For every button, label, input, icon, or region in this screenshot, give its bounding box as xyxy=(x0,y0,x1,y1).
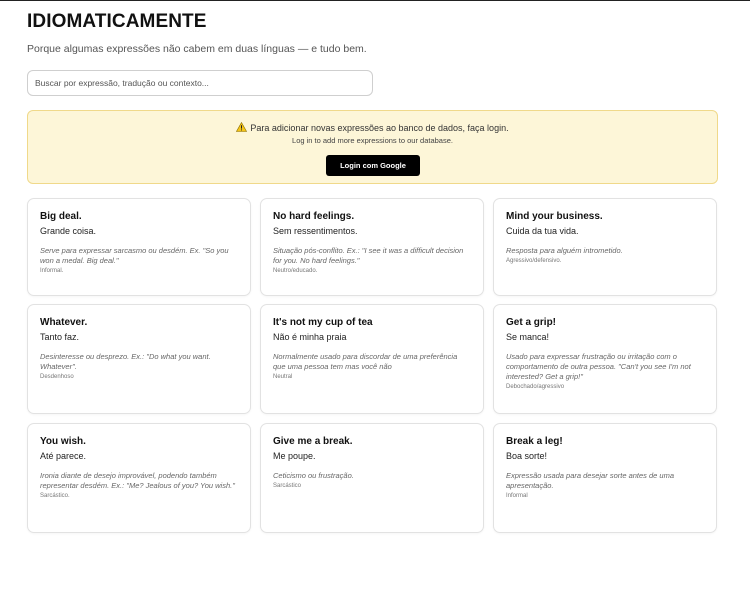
expression-card[interactable]: Give me a break. Me poupe. Ceticismo ou fr… xyxy=(260,423,484,533)
top-border xyxy=(0,0,750,1)
expression-en: Break a leg! xyxy=(506,436,563,447)
expression-en: You wish. xyxy=(40,436,86,447)
expression-pt: Me poupe. xyxy=(273,451,316,461)
expression-pt: Não é minha praia xyxy=(273,332,347,342)
expression-en: Get a grip! xyxy=(506,317,557,328)
expression-register: Informal xyxy=(506,493,528,499)
expression-register: Neutro/educado. xyxy=(273,268,318,274)
expression-en: No hard feelings. xyxy=(273,211,355,222)
expression-description: Normalmente usado para discordar de uma … xyxy=(273,352,458,371)
expression-description: Resposta para alguém intrometido. xyxy=(506,246,623,255)
expression-register: Sarcástico. xyxy=(40,493,70,499)
expression-register: Informal. xyxy=(40,268,64,274)
expression-pt: Sem ressentimentos. xyxy=(273,226,358,236)
expression-pt: Cuida da tua vida. xyxy=(506,226,579,236)
expression-description: Ceticismo ou frustração. xyxy=(273,471,354,480)
expression-en: Whatever. xyxy=(40,317,88,328)
expression-card[interactable]: Big deal. Grande coisa. Serve para express… xyxy=(27,198,251,296)
expression-description: Desinteresse ou desprezo. Ex.: "Do what … xyxy=(40,352,211,371)
login-google-button[interactable]: Login com Google xyxy=(326,155,420,176)
warning-icon xyxy=(236,121,248,132)
expression-register: Sarcástico xyxy=(273,483,302,489)
notice-message: Para adicionar novas expressões ao banco… xyxy=(28,121,717,133)
expression-register: Agressivo/defensivo. xyxy=(506,258,562,264)
expression-pt: Até parece. xyxy=(40,451,87,461)
expression-pt: Se manca! xyxy=(506,332,550,342)
expression-card[interactable]: Break a leg! Boa sorte! Expressão usada pa… xyxy=(493,423,717,533)
search-input[interactable] xyxy=(27,70,373,96)
expression-card[interactable]: It's not my cup of tea Não é minha praia N… xyxy=(260,304,484,414)
expression-register: Desdenhoso xyxy=(40,374,74,380)
page-title: IDIOMATICAMENTE xyxy=(27,11,207,32)
notice-text-en: Log in to add more expressions to our da… xyxy=(292,136,453,145)
notice-text-pt: Para adicionar novas expressões ao banco… xyxy=(250,123,509,133)
page-subtitle: Porque algumas expressões não cabem em d… xyxy=(27,43,367,55)
expression-description: Expressão usada para desejar sorte antes… xyxy=(506,471,675,490)
expression-card[interactable]: Mind your business. Cuida da tua vida. Res… xyxy=(493,198,717,296)
expression-description: Situação pós-conflito. Ex.: "I see it wa… xyxy=(273,246,464,265)
expression-pt: Tanto faz. xyxy=(40,332,80,342)
expression-register: Debochado/agressivo xyxy=(506,384,565,390)
expression-pt: Boa sorte! xyxy=(506,451,548,461)
expression-en: Mind your business. xyxy=(506,211,603,222)
expression-en: It's not my cup of tea xyxy=(273,317,373,328)
expression-description: Ironia diante de desejo improvável, pode… xyxy=(40,471,235,490)
expression-card[interactable]: No hard feelings. Sem ressentimentos. Situ… xyxy=(260,198,484,296)
expression-description: Serve para expressar sarcasmo ou desdém.… xyxy=(40,246,229,265)
expression-card[interactable]: Whatever. Tanto faz. Desinteresse ou despr… xyxy=(27,304,251,414)
expression-card[interactable]: Get a grip! Se manca! Usado para expressar… xyxy=(493,304,717,414)
expression-register: Neutral xyxy=(273,374,293,380)
expression-description: Usado para expressar frustração ou irrit… xyxy=(506,352,691,381)
expression-pt: Grande coisa. xyxy=(40,226,97,236)
expression-card[interactable]: You wish. Até parece. Ironia diante de des… xyxy=(27,423,251,533)
expression-en: Big deal. xyxy=(40,211,82,222)
expression-en: Give me a break. xyxy=(273,436,353,447)
login-notice: Para adicionar novas expressões ao banco… xyxy=(27,110,718,184)
